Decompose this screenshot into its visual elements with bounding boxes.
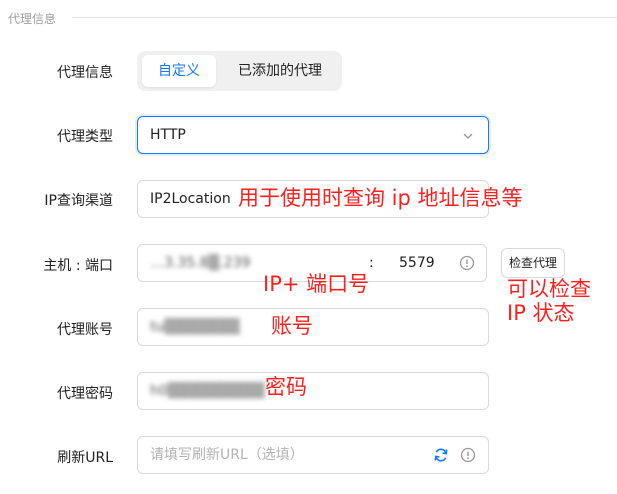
proxy-password-input[interactable]: h0▒▒▒▒▒▒▒▒▒ — [137, 372, 489, 410]
annotation-check-2: IP 状态 — [507, 301, 575, 325]
proxy-info-label: 代理信息 — [57, 65, 113, 81]
tab-custom[interactable]: 自定义 — [142, 55, 216, 87]
annotation-host-port: IP+ 端口号 — [263, 272, 370, 296]
annotation-check-1: 可以检查 — [507, 277, 591, 301]
ip-channel-label: IP查询渠道 — [44, 193, 113, 209]
tab-added-proxies[interactable]: 已添加的代理 — [224, 55, 336, 87]
host-value[interactable]: …3.35.8▒.239 — [150, 245, 250, 281]
section-title: 代理信息 — [8, 12, 57, 26]
section-divider — [72, 17, 617, 18]
proxy-type-select[interactable]: HTTP — [137, 116, 489, 154]
check-proxy-button[interactable]: 检查代理 — [501, 248, 565, 278]
refresh-url-placeholder: 请填写刷新URL（选填） — [150, 447, 304, 463]
refresh-icon[interactable] — [433, 447, 449, 463]
port-value[interactable]: 5579 — [399, 245, 435, 281]
proxy-password-label: 代理密码 — [57, 386, 113, 402]
ip-channel-value: IP2Location — [150, 191, 231, 207]
proxy-password-value: h0▒▒▒▒▒▒▒▒▒ — [150, 373, 265, 409]
host-port-label: 主机 : 端口 — [43, 258, 113, 274]
password-redacted: h0▒▒▒▒▒▒▒▒▒ — [150, 383, 265, 399]
annotation-password: 密码 — [265, 375, 307, 399]
host-redacted: …3.35.8▒.239 — [150, 255, 251, 271]
proxy-type-label: 代理类型 — [57, 129, 113, 145]
info-icon[interactable] — [459, 255, 475, 271]
annotation-ip-channel: 用于使用时查询 ip 地址信息等 — [238, 186, 523, 210]
annotation-account: 账号 — [271, 314, 313, 338]
proxy-account-label: 代理账号 — [57, 322, 113, 338]
info-icon[interactable] — [460, 447, 476, 463]
proxy-source-tabs: 自定义 已添加的代理 — [137, 51, 342, 91]
proxy-type-value: HTTP — [150, 127, 186, 143]
host-port-separator: : — [369, 255, 374, 271]
chevron-down-icon — [463, 133, 473, 139]
account-redacted: tu▒▒▒▒▒▒▒ — [150, 319, 240, 335]
proxy-account-input[interactable]: tu▒▒▒▒▒▒▒ — [137, 308, 489, 346]
refresh-url-label: 刷新URL — [57, 450, 113, 466]
proxy-account-value: tu▒▒▒▒▒▒▒ — [150, 309, 240, 345]
refresh-url-input[interactable]: 请填写刷新URL（选填） — [137, 436, 489, 474]
